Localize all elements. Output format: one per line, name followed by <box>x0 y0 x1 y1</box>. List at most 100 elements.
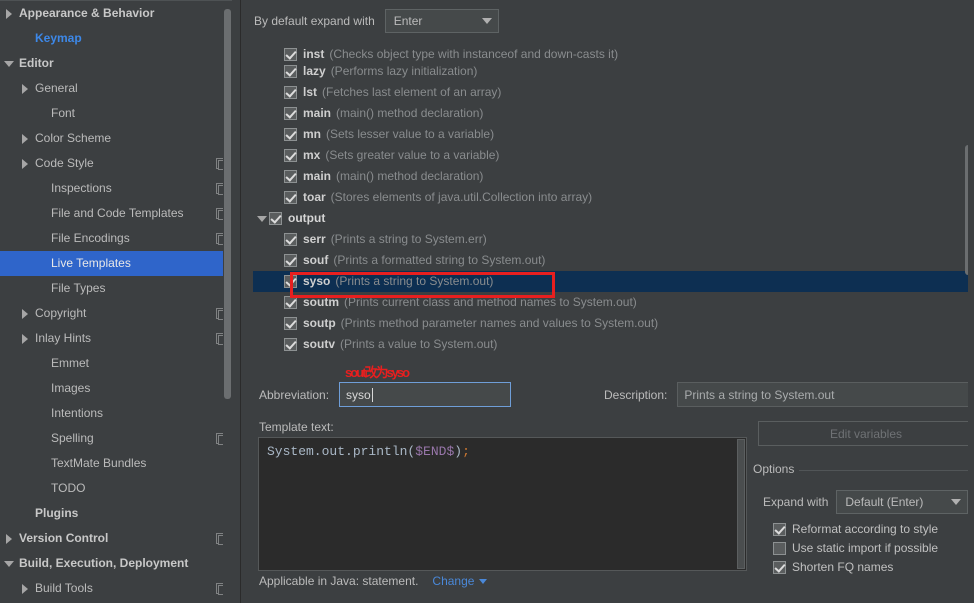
template-enabled-checkbox[interactable] <box>284 338 297 351</box>
option-checkbox[interactable] <box>773 560 786 574</box>
template-enabled-checkbox[interactable] <box>284 149 297 162</box>
template-enabled-checkbox[interactable] <box>284 254 297 267</box>
sidebar-item-editor[interactable]: Editor <box>0 51 232 76</box>
sidebar-item-label: Build, Execution, Deployment <box>19 556 189 570</box>
option-checkbox[interactable] <box>773 541 786 555</box>
settings-category-tree[interactable]: Appearance & Behavior Keymap Editor General… <box>0 0 232 603</box>
sidebar-item-label: Emmet <box>51 356 90 370</box>
sidebar-item-general[interactable]: General <box>0 76 232 101</box>
sidebar-item-copyright[interactable]: Copyright <box>0 301 232 326</box>
template-row[interactable]: serr (Prints a string to System.err) <box>253 229 974 250</box>
sidebar-item-spelling[interactable]: Spelling <box>0 426 232 451</box>
template-group-row[interactable]: output <box>253 208 974 229</box>
option-shorten-fq-names[interactable]: Shorten FQ names <box>773 560 893 574</box>
change-context-link[interactable]: Change <box>432 574 474 588</box>
sidebar-item-label: Editor <box>19 56 54 70</box>
template-enabled-checkbox[interactable] <box>284 128 297 141</box>
sidebar-item-build-tools[interactable]: Build Tools <box>0 576 232 601</box>
sidebar-item-inspections[interactable]: Inspections <box>0 176 232 201</box>
abbreviation-label: Abbreviation: <box>259 387 330 402</box>
template-row[interactable]: lazy (Performs lazy initialization) <box>253 61 974 82</box>
sidebar-item-label: Appearance & Behavior <box>19 6 155 20</box>
sidebar-item-plugins[interactable]: Plugins <box>0 501 232 526</box>
template-enabled-checkbox[interactable] <box>284 107 297 120</box>
template-enabled-checkbox[interactable] <box>284 233 297 246</box>
chevron-down-icon[interactable] <box>4 58 15 69</box>
template-row[interactable]: mn (Sets lesser value to a variable) <box>253 124 974 145</box>
template-row[interactable]: inst (Checks object type with instanceof … <box>253 42 974 61</box>
chevron-right-icon[interactable] <box>4 8 15 19</box>
sidebar-scrollbar-thumb[interactable] <box>224 9 231 399</box>
template-enabled-checkbox[interactable] <box>284 296 297 309</box>
live-templates-list[interactable]: inst (Checks object type with instanceof … <box>253 42 974 355</box>
template-enabled-checkbox[interactable] <box>284 65 297 78</box>
template-row[interactable]: soutp (Prints method parameter names and … <box>253 313 974 334</box>
options-legend: Options <box>753 462 800 476</box>
template-enabled-checkbox[interactable] <box>269 212 282 225</box>
sidebar-item-keymap[interactable]: Keymap <box>0 26 232 51</box>
template-row[interactable]: mx (Sets greater value to a variable) <box>253 145 974 166</box>
template-enabled-checkbox[interactable] <box>284 275 297 288</box>
sidebar-item-version-control[interactable]: Version Control <box>0 526 232 551</box>
chevron-down-icon[interactable] <box>255 213 269 224</box>
template-enabled-checkbox[interactable] <box>284 191 297 204</box>
sidebar-item-label: Keymap <box>35 31 82 45</box>
template-row[interactable]: main (main() method declaration) <box>253 103 974 124</box>
edit-variables-button[interactable]: Edit variables <box>758 421 974 446</box>
template-row[interactable]: soutm (Prints current class and method na… <box>253 292 974 313</box>
chevron-right-icon[interactable] <box>20 133 31 144</box>
sidebar-item-color-scheme[interactable]: Color Scheme <box>0 126 232 151</box>
template-row[interactable]: main (main() method declaration) <box>253 166 974 187</box>
sidebar-scrollbar[interactable] <box>223 1 232 603</box>
template-enabled-checkbox[interactable] <box>284 86 297 99</box>
option-reformat-according-to-style[interactable]: Reformat according to style <box>773 522 938 536</box>
template-enabled-checkbox[interactable] <box>284 317 297 330</box>
chevron-right-icon[interactable] <box>20 158 31 169</box>
sidebar-item-intentions[interactable]: Intentions <box>0 401 232 426</box>
chevron-right-icon[interactable] <box>20 83 31 94</box>
sidebar-item-label: Live Templates <box>51 256 131 270</box>
template-row[interactable]: lst (Fetches last element of an array) <box>253 82 974 103</box>
sidebar-item-label: File and Code Templates <box>51 206 184 220</box>
chevron-right-icon[interactable] <box>20 333 31 344</box>
sidebar-item-code-style[interactable]: Code Style <box>0 151 232 176</box>
sidebar-item-file-and-code-templates[interactable]: File and Code Templates <box>0 201 232 226</box>
chevron-right-icon[interactable] <box>20 308 31 319</box>
sidebar-item-images[interactable]: Images <box>0 376 232 401</box>
sidebar-item-live-templates[interactable]: Live Templates <box>0 251 232 276</box>
sidebar-item-build-execution-deployment[interactable]: Build, Execution, Deployment <box>0 551 232 576</box>
template-description: (Prints current class and method names t… <box>344 295 637 309</box>
template-row[interactable]: souf (Prints a formatted string to System… <box>253 250 974 271</box>
sidebar-item-inlay-hints[interactable]: Inlay Hints <box>0 326 232 351</box>
template-row[interactable]: soutv (Prints a value to System.out) <box>253 334 974 355</box>
expand-with-select[interactable]: Default (Enter) <box>836 490 969 514</box>
template-editor-scrollbar-thumb[interactable] <box>737 439 745 569</box>
abbreviation-input[interactable]: syso <box>339 382 512 407</box>
chevron-right-icon[interactable] <box>20 583 31 594</box>
template-text-editor[interactable]: System.out.println($END$); <box>258 437 747 571</box>
sidebar-item-file-types[interactable]: File Types <box>0 276 232 301</box>
default-expand-select[interactable]: Enter <box>384 8 499 33</box>
chevron-right-icon[interactable] <box>4 533 15 544</box>
sidebar-item-todo[interactable]: TODO <box>0 476 232 501</box>
sidebar-item-appearance-behavior[interactable]: Appearance & Behavior <box>0 1 232 26</box>
option-use-static-import-if-possible[interactable]: Use static import if possible <box>773 541 938 555</box>
template-abbreviation: output <box>288 211 326 225</box>
template-abbreviation: main <box>303 106 332 120</box>
description-input[interactable]: Prints a string to System.out <box>677 382 974 407</box>
option-checkbox[interactable] <box>773 522 786 536</box>
sidebar-item-label: Images <box>51 381 91 395</box>
sidebar-item-label: File Encodings <box>51 231 130 245</box>
chevron-down-icon[interactable] <box>4 558 15 569</box>
template-enabled-checkbox[interactable] <box>284 48 297 61</box>
chevron-down-icon[interactable] <box>479 578 488 584</box>
template-row[interactable]: syso (Prints a string to System.out) <box>253 271 974 292</box>
template-abbreviation: lazy <box>303 64 326 78</box>
sidebar-item-emmet[interactable]: Emmet <box>0 351 232 376</box>
sidebar-item-textmate-bundles[interactable]: TextMate Bundles <box>0 451 232 476</box>
template-enabled-checkbox[interactable] <box>284 170 297 183</box>
template-row[interactable]: toar (Stores elements of java.util.Collec… <box>253 187 974 208</box>
sidebar-item-font[interactable]: Font <box>0 101 232 126</box>
sidebar-item-file-encodings[interactable]: File Encodings <box>0 226 232 251</box>
